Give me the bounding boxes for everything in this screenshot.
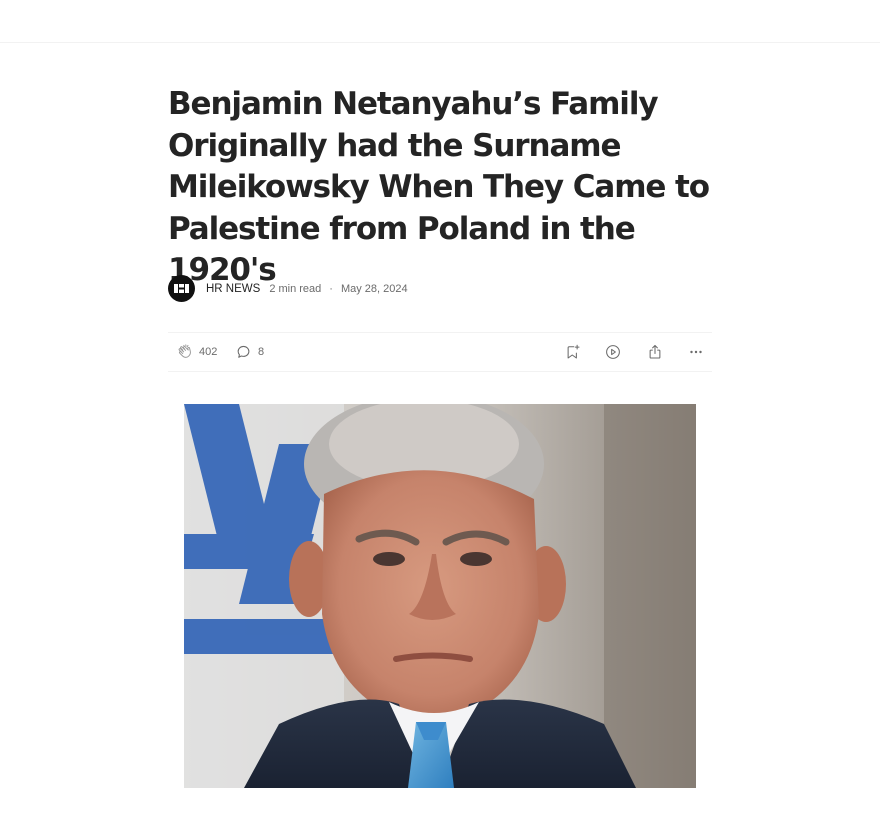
bookmark-add-icon: [567, 344, 580, 359]
save-button[interactable]: [564, 333, 582, 371]
share-icon: [649, 344, 661, 359]
publication-avatar[interactable]: [168, 275, 195, 302]
response-bubble-icon: [237, 345, 250, 358]
top-navigation-bar: [0, 0, 880, 43]
portrait-photo: [184, 404, 696, 788]
clap-icon: [178, 344, 191, 358]
read-time: 2 min read: [269, 282, 322, 295]
response-count: 8: [258, 346, 265, 358]
share-button[interactable]: [646, 333, 664, 371]
clap-button[interactable]: 402: [176, 333, 217, 371]
publication-name[interactable]: HR NEWS: [206, 283, 260, 295]
more-horizontal-icon: [690, 350, 702, 354]
listen-button[interactable]: [604, 333, 622, 371]
clap-count: 402: [199, 346, 218, 358]
responses-button[interactable]: 8: [235, 333, 264, 371]
play-circle-icon: [606, 345, 620, 359]
meta-separator: ·: [329, 282, 333, 295]
article-action-bar: 402 8: [168, 332, 712, 372]
more-options-button[interactable]: [687, 333, 705, 371]
publication-logo-icon: [174, 284, 189, 293]
byline: HR NEWS 2 min read · May 28, 2024: [168, 275, 712, 302]
publish-date: May 28, 2024: [340, 282, 408, 295]
article-hero-image: [184, 404, 696, 788]
article-title: Benjamin Netanyahu’s Family Originally h…: [168, 86, 710, 288]
